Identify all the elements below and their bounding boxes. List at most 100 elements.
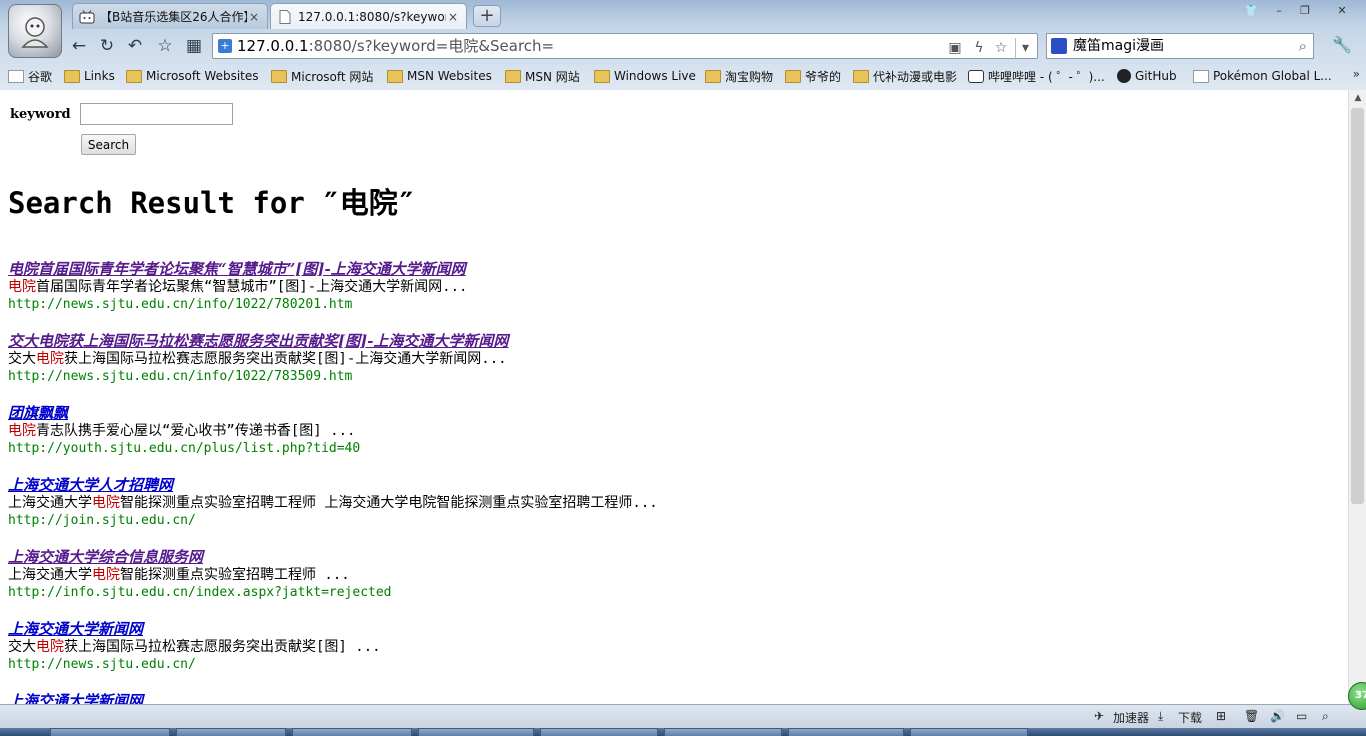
result-url: http://news.sjtu.edu.cn/info/1022/780201… — [8, 297, 353, 312]
tab-bilibili[interactable]: 【B站音乐选集区26人合作】 × — [72, 3, 268, 29]
result-title-link[interactable]: 电院首届国际青年学者论坛聚焦“智慧城市”[图]-上海交通大学新闻网 — [8, 260, 1338, 278]
minimize-button[interactable]: – — [1268, 2, 1290, 20]
result-title-link[interactable]: 上海交通大学综合信息服务网 — [8, 548, 1338, 566]
taskbar-button[interactable] — [540, 728, 658, 736]
trash-icon[interactable]: 🗑 — [1244, 709, 1259, 723]
maximize-button[interactable]: ❐ — [1294, 2, 1316, 20]
github-icon — [1117, 69, 1131, 83]
undo-icon[interactable]: ↶ — [124, 35, 146, 57]
bookmark-item[interactable]: Pokémon Global L... — [1193, 67, 1332, 85]
favorite-star-icon[interactable]: ☆ — [154, 35, 176, 57]
result-url: http://info.sjtu.edu.cn/index.aspx?jatkt… — [8, 585, 392, 600]
result-item: 上海交通大学综合信息服务网 上海交通大学电院智能探测重点实验室招聘工程师 ... h… — [8, 548, 1338, 620]
taskbar-button[interactable] — [418, 728, 534, 736]
result-item: 团旗飘飘 电院青志队携手爱心屋以“爱心收书”传递书香[图] ... http://y… — [8, 404, 1338, 476]
taskbar-button[interactable] — [50, 728, 170, 736]
result-title-link[interactable]: 上海交通大学人才招聘网 — [8, 476, 1338, 494]
bilibili-icon — [79, 9, 95, 24]
result-snippet: 上海交通大学电院智能探测重点实验室招聘工程师 ... — [8, 566, 1338, 584]
bookmark-item[interactable]: 爷爷的 — [785, 67, 841, 85]
bookmark-item[interactable]: 淘宝购物 — [705, 67, 773, 85]
bookmark-item[interactable]: 代补动漫或电影 — [853, 67, 957, 85]
snippet-text: 上海交通大学 — [8, 495, 92, 511]
download-icon: ⤓ — [1158, 709, 1164, 723]
apps-grid-icon[interactable]: ▦ — [183, 35, 205, 57]
mascot-icon — [21, 17, 49, 48]
bookmark-label: 代补动漫或电影 — [873, 69, 958, 84]
bookmark-item[interactable]: MSN Websites — [387, 67, 492, 85]
folder-icon — [505, 69, 521, 83]
dropdown-arrow-icon[interactable]: ▾ — [1015, 38, 1035, 58]
bookmark-label: Windows Live — [614, 69, 696, 83]
bookmark-star-icon[interactable]: ☆ — [991, 38, 1011, 58]
address-bar[interactable]: + 127.0.0.1:8080/s?keyword=电院&Search= ▣ … — [212, 33, 1038, 59]
bookmark-label: Pokémon Global L... — [1213, 69, 1332, 83]
bookmark-item[interactable]: MSN 网站 — [505, 67, 580, 85]
result-url: http://news.sjtu.edu.cn/info/1022/783509… — [8, 369, 353, 384]
bookmark-item[interactable]: Microsoft 网站 — [271, 67, 373, 85]
lightning-icon[interactable]: ϟ — [969, 38, 989, 58]
result-title-link[interactable]: 上海交通大学新闻网 — [8, 620, 1338, 638]
taskbar-button[interactable] — [788, 728, 904, 736]
snippet-highlight: 电院 — [8, 279, 36, 295]
result-title-link[interactable]: 团旗飘飘 — [8, 404, 1338, 422]
browser-logo[interactable] — [8, 4, 62, 58]
result-item: 上海交通大学新闻网 — [8, 692, 1338, 704]
page-content: keyword Search Search Result for ″电院″ 电院… — [0, 90, 1348, 704]
results-list: 电院首届国际青年学者论坛聚焦“智慧城市”[图]-上海交通大学新闻网 电院首届国际青… — [8, 260, 1338, 704]
tab-search[interactable]: 127.0.0.1:8080/s?keyword × — [270, 3, 467, 29]
result-snippet: 交大电院获上海国际马拉松赛志愿服务突出贡献奖[图]-上海交通大学新闻网... — [8, 350, 1338, 368]
browser-chrome: 【B站音乐选集区26人合作】 × 127.0.0.1:8080/s?keywor… — [0, 0, 1366, 90]
keyword-input[interactable] — [80, 103, 233, 125]
search-box[interactable]: 魔笛magi漫画 ⌕ — [1046, 33, 1314, 59]
vertical-scrollbar[interactable]: ▲ — [1348, 90, 1366, 704]
refresh-icon[interactable]: ↻ — [96, 35, 118, 57]
search-icon[interactable]: ⌕ — [1299, 34, 1307, 58]
taskbar-button[interactable] — [910, 728, 1028, 736]
result-snippet: 上海交通大学电院智能探测重点实验室招聘工程师 上海交通大学电院智能探测重点实验室… — [8, 494, 1338, 512]
address-host: 127.0.0.1 — [237, 37, 309, 55]
bookmark-item[interactable]: 谷歌 — [8, 67, 52, 85]
search-button[interactable]: Search — [81, 134, 136, 155]
search-box-text: 魔笛magi漫画 — [1073, 38, 1164, 54]
result-item: 电院首届国际青年学者论坛聚焦“智慧城市”[图]-上海交通大学新闻网 电院首届国际青… — [8, 260, 1338, 332]
close-window-button[interactable]: ✕ — [1322, 2, 1362, 20]
accelerator-label[interactable]: 加速器 — [1113, 709, 1149, 726]
bookmark-item[interactable]: GitHub — [1117, 67, 1177, 85]
add-icon[interactable]: ⊞ — [1216, 709, 1226, 723]
folder-icon — [64, 69, 80, 83]
result-title-link[interactable]: 上海交通大学新闻网 — [8, 692, 1338, 704]
result-title-link[interactable]: 交大电院获上海国际马拉松赛志愿服务突出贡献奖[图]-上海交通大学新闻网 — [8, 332, 1338, 350]
bookmark-label: 爷爷的 — [805, 69, 842, 84]
bookmark-label: GitHub — [1135, 69, 1177, 83]
back-icon[interactable]: ← — [68, 35, 90, 57]
qr-code-icon[interactable]: ▣ — [945, 38, 965, 58]
skin-icon[interactable]: 👕 — [1240, 2, 1262, 20]
scroll-up-icon[interactable]: ▲ — [1349, 90, 1366, 106]
bookmark-item[interactable]: Links — [64, 67, 115, 85]
result-url: http://news.sjtu.edu.cn/ — [8, 657, 196, 672]
bookmark-item[interactable]: 哔哩哔哩 - ( ゜- ゜)... — [968, 67, 1105, 85]
snippet-text: 智能探测重点实验室招聘工程师 上海交通大学电院智能探测重点实验室招聘工程师... — [120, 495, 658, 511]
scrollbar-thumb[interactable] — [1351, 108, 1364, 504]
result-item: 上海交通大学人才招聘网 上海交通大学电院智能探测重点实验室招聘工程师 上海交通大学… — [8, 476, 1338, 548]
taskbar-button[interactable] — [664, 728, 782, 736]
tab-close-icon[interactable]: × — [247, 10, 261, 24]
keyword-label: keyword — [10, 107, 71, 122]
new-tab-button[interactable]: + — [473, 5, 501, 27]
bookmark-label: 谷歌 — [28, 69, 53, 84]
tab-close-icon[interactable]: × — [446, 10, 460, 24]
wrench-menu-icon[interactable]: 🔧 — [1332, 35, 1352, 54]
volume-icon[interactable]: 🔊 — [1270, 709, 1285, 723]
zoom-icon[interactable]: ⌕ — [1322, 709, 1329, 724]
taskbar-button[interactable] — [176, 728, 286, 736]
bookmark-item[interactable]: Windows Live — [594, 67, 696, 85]
folder-icon — [594, 69, 610, 83]
download-label[interactable]: 下载 — [1178, 709, 1202, 726]
navigation-bar: ← ↻ ↶ ☆ ▦ + 127.0.0.1:8080/s?keyword=电院&… — [66, 31, 1366, 61]
window-icon[interactable]: ▭ — [1296, 709, 1307, 723]
bookmarks-more-icon[interactable]: » — [1353, 67, 1360, 81]
bookmark-item[interactable]: Microsoft Websites — [126, 67, 259, 85]
address-path: :8080/s?keyword=电院&Search= — [308, 37, 555, 55]
taskbar-button[interactable] — [292, 728, 412, 736]
